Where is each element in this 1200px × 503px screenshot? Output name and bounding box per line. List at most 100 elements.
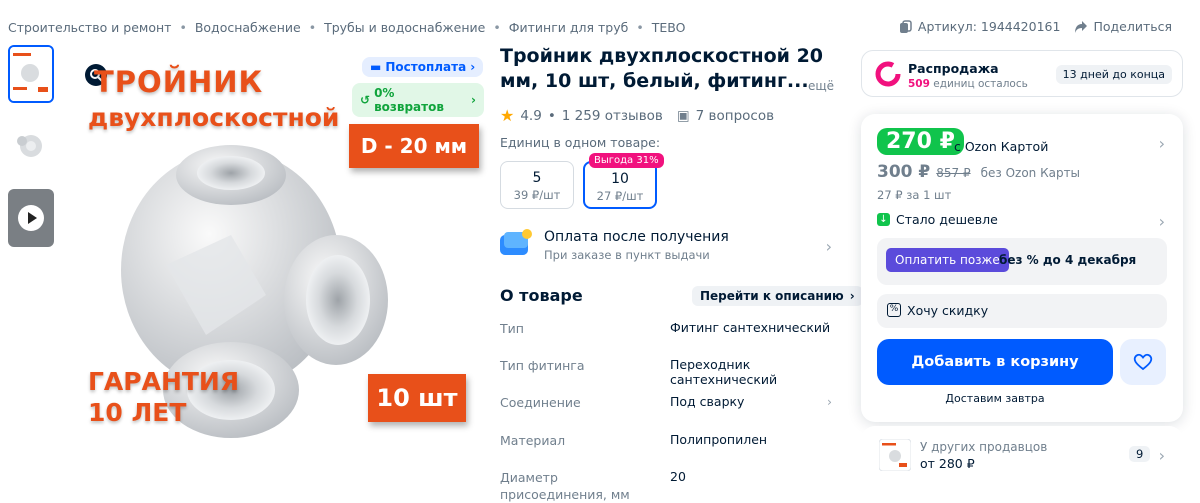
to-description-button[interactable]: Перейти к описанию ›: [692, 286, 863, 306]
breadcrumb-item[interactable]: TEBO: [652, 20, 686, 35]
questions-link[interactable]: 7 вопросов: [696, 108, 774, 124]
payment-after-receipt[interactable]: Оплата после получения При заказе в пунк…: [500, 229, 832, 262]
other-sellers-price: от 280 ₽: [920, 456, 975, 471]
add-to-cart-button[interactable]: Добавить в корзину: [877, 339, 1113, 385]
card-price-label: с Ozon Картой: [954, 139, 1049, 154]
spec-key: Тип: [500, 321, 524, 336]
play-icon: [18, 205, 44, 231]
per-unit-price: 27 ₽ за 1 шт: [877, 188, 952, 202]
breadcrumb-separator: •: [308, 20, 317, 35]
sale-banner[interactable]: Распродажа 509 единиц осталось 13 дней д…: [861, 50, 1183, 97]
returns-badge[interactable]: ↺ 0% возвратов ›: [352, 83, 484, 117]
pay-later-text: без % до 4 декабря: [999, 253, 1137, 267]
heart-icon: [1133, 353, 1153, 371]
spec-row: Тип фитинга Переходник сантехнический: [500, 357, 832, 387]
product-title: Тройник двухплоскостной 20 мм, 10 шт, бе…: [500, 45, 824, 92]
spec-key: Диаметр присоединения, мм: [500, 470, 630, 502]
price-card: 270 ₽ с Ozon Картой › 300 ₽ 857 ₽ без Oz…: [861, 114, 1183, 422]
old-price: 857 ₽: [936, 166, 971, 180]
share-button[interactable]: Поделиться: [1074, 19, 1172, 34]
spec-value: Переходник сантехнический: [670, 357, 778, 387]
thumbnail-list: [8, 45, 54, 261]
return-icon: ↺: [360, 93, 371, 107]
breadcrumb: Строительство и ремонт • Водоснабжение • Т…: [8, 20, 685, 35]
no-card-label: без Ozon Карты: [980, 166, 1081, 180]
card-price: 270 ₽: [877, 128, 964, 155]
reviews-link[interactable]: 1 259 отзывов: [562, 108, 663, 124]
chevron-right-icon: ›: [471, 93, 476, 107]
spec-value: Полипропилен: [670, 432, 768, 447]
thumbnail-1[interactable]: [8, 45, 54, 103]
favorite-button[interactable]: [1120, 339, 1166, 385]
sale-logo-icon: [875, 61, 901, 87]
unit-option-10[interactable]: 10 27 ₽/шт: [583, 161, 657, 209]
diameter-badge: D - 20 мм: [349, 124, 479, 168]
payment-subtitle: При заказе в пункт выдачи: [544, 248, 710, 262]
spec-row: Материал Полипропилен: [500, 432, 832, 452]
top-actions: Артикул: 1944420161 Поделиться: [899, 19, 1172, 34]
guarantee-line1: ГАРАНТИЯ: [88, 367, 240, 396]
thumbnail-image: [17, 135, 42, 157]
guarantee-line2: 10 ЛЕТ: [88, 398, 187, 427]
chevron-right-icon: ›: [1158, 446, 1165, 465]
breadcrumb-item[interactable]: Трубы и водоснабжение: [324, 20, 485, 35]
spec-key: Тип фитинга: [500, 358, 585, 373]
unit-price: 27 ₽/шт: [596, 189, 644, 203]
thumbnail-video[interactable]: [8, 189, 54, 247]
copy-icon: [899, 19, 912, 33]
spec-row: Тип Фитинг сантехнический: [500, 320, 832, 340]
discount-icon: %: [887, 303, 901, 317]
more-link[interactable]: ещё: [808, 79, 834, 93]
chevron-right-icon: ›: [1158, 212, 1165, 231]
benefit-badge: Выгода 31%: [589, 153, 664, 168]
spec-value: 20: [670, 469, 686, 484]
unit-option-5[interactable]: 5 39 ₽/шт: [500, 161, 574, 209]
unit-count: 10: [611, 171, 629, 187]
chevron-right-icon[interactable]: ›: [1159, 134, 1165, 153]
breadcrumb-item[interactable]: Строительство и ремонт: [8, 20, 171, 35]
article-number[interactable]: Артикул: 1944420161: [899, 19, 1060, 34]
other-sellers-count: 9: [1129, 446, 1151, 462]
breadcrumb-item[interactable]: Фитинги для труб: [509, 20, 629, 35]
thumbnail-2[interactable]: [8, 117, 54, 175]
price-dropped[interactable]: ↓ Стало дешевле: [877, 212, 998, 227]
count-badge: 10 шт: [368, 374, 466, 422]
wallet-icon: [500, 229, 532, 257]
product-image[interactable]: ТРОЙНИК двухплоскостной D - 20 мм ГАРАНТ…: [66, 45, 484, 500]
breadcrumb-separator: •: [493, 20, 501, 35]
delivery-text: Доставим завтра: [945, 392, 1045, 405]
thumbnail-image: [10, 47, 52, 101]
regular-price: 300 ₽: [877, 162, 931, 182]
spec-value: Под сварку: [670, 394, 745, 409]
card-icon: ▬: [370, 60, 382, 74]
units-label: Единиц в одном товаре:: [500, 135, 661, 150]
separator: •: [547, 107, 556, 124]
sale-days-left: 13 дней до конца: [1055, 65, 1172, 84]
spec-row[interactable]: Соединение Под сварку ›: [500, 394, 832, 414]
star-icon: ★: [500, 106, 515, 125]
payment-title: Оплата после получения: [544, 229, 729, 245]
price-row: 300 ₽ 857 ₽ без Ozon Карты: [877, 162, 1080, 182]
unit-count: 5: [532, 170, 542, 186]
pay-later-button[interactable]: Оплатить позже: [886, 248, 1009, 272]
about-title: О товаре: [500, 286, 583, 305]
want-discount-row[interactable]: % Хочу скидку: [877, 294, 1167, 328]
rating-value: 4.9: [520, 107, 542, 124]
chevron-right-icon: ›: [849, 289, 855, 303]
pay-later-row: Оплатить позже без % до 4 декабря: [877, 238, 1167, 285]
spec-row: Диаметр присоединения, мм 20: [500, 469, 832, 503]
sale-title: Распродажа: [908, 61, 999, 76]
breadcrumb-item[interactable]: Водоснабжение: [195, 20, 301, 35]
other-sellers[interactable]: У других продавцов от 280 ₽ 9 ›: [861, 426, 1183, 488]
image-heading-line2: двухплоскостной: [88, 103, 340, 132]
spec-key: Материал: [500, 433, 566, 448]
postpay-badge[interactable]: ▬ Постоплата ›: [362, 57, 484, 77]
questions-icon: ▣: [676, 107, 690, 124]
other-sellers-title: У других продавцов: [920, 440, 1048, 454]
sale-remaining: 509 единиц осталось: [908, 78, 1028, 90]
share-icon: [1075, 20, 1088, 33]
arrow-down-icon: ↓: [877, 213, 890, 226]
spec-value: Фитинг сантехнический: [670, 320, 831, 335]
breadcrumb-separator: •: [179, 20, 187, 35]
chevron-right-icon: ›: [470, 60, 476, 74]
